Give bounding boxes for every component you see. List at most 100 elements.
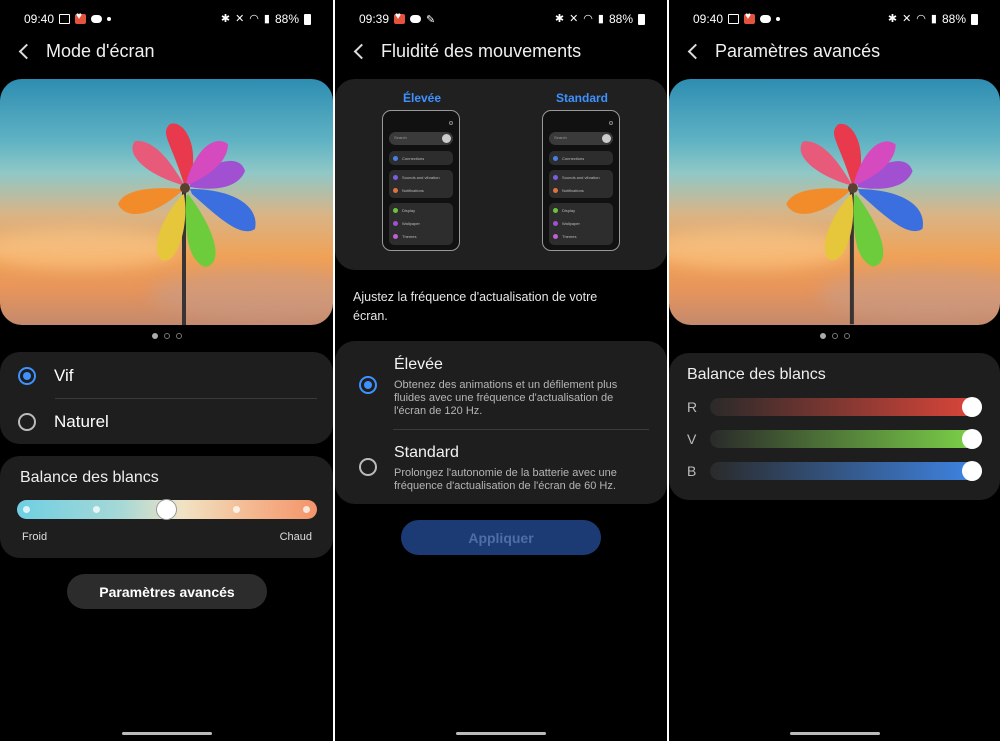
page-title: Paramètres avancés <box>715 40 881 61</box>
white-balance-rgb-card: Balance des blancs R V B <box>669 353 1000 500</box>
white-balance-slider[interactable] <box>17 499 317 520</box>
channel-label: V <box>687 431 697 447</box>
heart-app-icon <box>394 11 406 24</box>
screen-mode-options: Vif Naturel <box>0 352 333 444</box>
slider-min-label: Froid <box>22 531 48 543</box>
mute-icon: ✕ <box>569 13 579 25</box>
carousel-dot[interactable] <box>175 333 182 339</box>
advanced-settings-panel: 09:40 ✱ ✕ ◠ ▮ 88% Paramètres avancés <box>669 0 1000 741</box>
status-time: 09:40 <box>693 12 724 26</box>
wifi-icon: ◠ <box>916 13 926 25</box>
mode-option-naturel[interactable]: Naturel <box>18 412 109 432</box>
blue-slider[interactable] <box>710 461 982 481</box>
slider-step <box>233 506 240 513</box>
carousel-dot[interactable] <box>151 333 158 339</box>
home-indicator[interactable] <box>456 732 546 735</box>
preview-search-bar: Search <box>549 132 613 145</box>
search-icon <box>449 121 453 125</box>
slider-thumb[interactable] <box>962 461 982 481</box>
preview-image <box>669 79 1000 325</box>
preview-label-high: Élevée <box>403 91 442 105</box>
mode-label: Naturel <box>54 412 109 431</box>
carousel-dot[interactable] <box>819 333 826 339</box>
signal-icon: ▮ <box>930 13 937 25</box>
slider-step <box>23 506 30 513</box>
slider-thumb[interactable] <box>962 429 982 449</box>
mode-label: Vif <box>54 366 74 385</box>
bluetooth-icon: ✱ <box>554 13 565 25</box>
status-time: 09:40 <box>24 12 55 26</box>
white-balance-title: Balance des blancs <box>687 366 826 383</box>
signal-icon: ▮ <box>263 13 270 25</box>
divider <box>393 429 649 430</box>
carousel-dot[interactable] <box>831 333 838 339</box>
gallery-icon <box>59 14 71 24</box>
home-indicator[interactable] <box>789 732 880 735</box>
back-arrow-icon[interactable] <box>353 44 365 58</box>
gallery-icon <box>728 14 740 24</box>
screen-mode-panel: 09:40 ✱ ✕ ◠ ▮ 88% Mode d'écran <box>0 0 333 741</box>
motion-smoothness-panel: 09:39 ✎ ✱ ✕ ◠ ▮ 88% Fluidité des mouveme… <box>335 0 667 741</box>
status-bar: 09:40 ✱ ✕ ◠ ▮ 88% <box>24 11 311 27</box>
slider-max-label: Chaud <box>279 531 312 543</box>
preview-search-bar: Search <box>389 132 453 145</box>
slider-thumb[interactable] <box>962 397 982 417</box>
green-slider[interactable] <box>710 429 982 449</box>
radio-selected-icon[interactable] <box>18 367 36 385</box>
slider-step <box>93 506 100 513</box>
mute-icon: ✕ <box>235 13 245 25</box>
advanced-settings-button[interactable]: Paramètres avancés <box>67 574 267 609</box>
blue-channel-row: B <box>687 461 982 481</box>
signal-icon: ▮ <box>597 13 604 25</box>
status-time: 09:39 <box>359 12 390 26</box>
carousel-indicator <box>0 333 333 339</box>
page-title: Mode d'écran <box>46 40 155 61</box>
app-bar: Fluidité des mouvements <box>353 38 581 64</box>
option-high[interactable]: Élevée Obtenez des animations et un défi… <box>394 356 644 418</box>
pinwheel-illustration <box>118 123 256 325</box>
wifi-icon: ◠ <box>583 13 593 25</box>
more-notifications-dot-icon <box>776 17 781 21</box>
carousel-dot[interactable] <box>843 333 850 339</box>
cloud-icon <box>91 15 103 23</box>
preview-label-standard: Standard <box>556 91 609 105</box>
preview-image <box>0 79 333 325</box>
radio-selected-icon[interactable] <box>359 376 377 394</box>
carousel-indicator <box>669 333 1000 339</box>
battery-percent: 88% <box>274 12 299 26</box>
app-bar: Mode d'écran <box>18 38 155 64</box>
mute-icon: ✕ <box>902 13 912 25</box>
back-arrow-icon[interactable] <box>18 44 30 58</box>
more-notifications-dot-icon <box>107 17 112 21</box>
bluetooth-icon: ✱ <box>887 13 898 25</box>
refresh-rate-description: Ajustez la fréquence d'actualisation de … <box>353 290 598 323</box>
battery-icon <box>971 13 978 25</box>
wrench-icon: ✎ <box>426 13 436 26</box>
back-arrow-icon[interactable] <box>687 44 699 58</box>
red-slider[interactable] <box>710 397 982 417</box>
radio-unselected-icon[interactable] <box>359 458 377 476</box>
phone-preview-standard: Search Connections Sounds and vibration N… <box>542 110 620 251</box>
home-indicator[interactable] <box>121 732 212 735</box>
radio-unselected-icon[interactable] <box>18 413 36 431</box>
apply-button[interactable]: Appliquer <box>401 520 601 555</box>
slider-step <box>303 506 310 513</box>
battery-icon <box>304 13 311 25</box>
slider-thumb[interactable] <box>156 499 177 520</box>
divider <box>55 398 317 399</box>
battery-percent: 88% <box>608 12 633 26</box>
option-standard[interactable]: Standard Prolongez l'autonomie de la bat… <box>394 444 644 493</box>
mode-option-vif[interactable]: Vif <box>18 366 74 386</box>
status-bar: 09:40 ✱ ✕ ◠ ▮ 88% <box>693 11 978 27</box>
carousel-dot[interactable] <box>163 333 170 339</box>
heart-app-icon <box>75 11 87 24</box>
app-bar: Paramètres avancés <box>687 38 880 64</box>
cloud-icon <box>760 15 772 23</box>
green-channel-row: V <box>687 429 982 449</box>
search-icon <box>609 121 613 125</box>
cloud-icon <box>410 15 422 23</box>
wifi-icon: ◠ <box>249 13 259 25</box>
channel-label: B <box>687 463 697 479</box>
white-balance-title: Balance des blancs <box>20 469 159 486</box>
pinwheel-illustration <box>786 123 924 325</box>
